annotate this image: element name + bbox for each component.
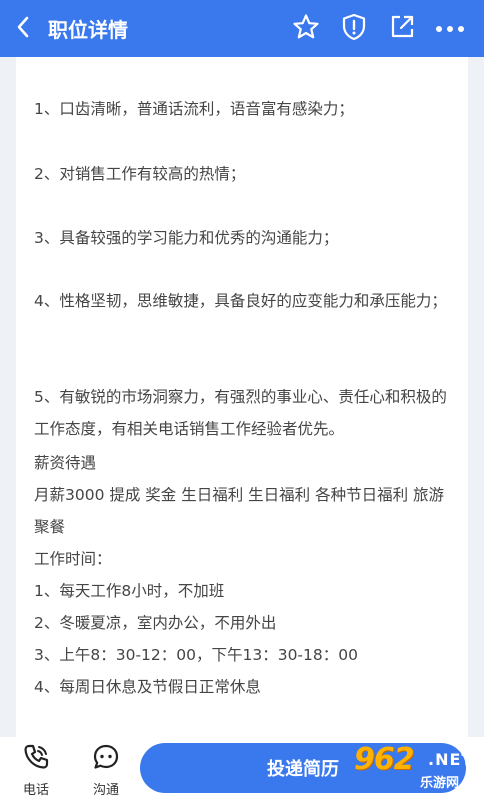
requirement-item: 1、口齿清晰，普通话流利，语音富有感染力； xyxy=(34,100,354,118)
bottom-action-bar: 电话 沟通 投递简历 xyxy=(0,737,484,800)
report-icon xyxy=(341,13,367,45)
requirement-item: 2、对销售工作有较高的热情； xyxy=(34,165,246,183)
phone-label: 电话 xyxy=(22,783,49,798)
work-time-item: 1、每天工作8小时，不加班 xyxy=(34,582,225,600)
more-button[interactable] xyxy=(426,0,474,57)
submit-resume-label: 投递简历 xyxy=(267,759,339,780)
share-icon xyxy=(389,14,415,44)
work-time-item: 4、每周日休息及节假日正常休息 xyxy=(34,678,261,696)
chat-icon xyxy=(92,743,120,775)
work-time-heading: 工作时间： xyxy=(34,550,112,568)
share-button[interactable] xyxy=(378,0,426,57)
work-time-item: 3、上午8：30-12：00，下午13：30-18：00 xyxy=(34,646,358,664)
back-button[interactable] xyxy=(0,0,46,57)
requirement-item: 4、性格坚韧，思维敏捷，具备良好的应变能力和承压能力； xyxy=(34,292,447,310)
phone-button[interactable]: 电话 xyxy=(16,743,56,798)
header-actions xyxy=(282,0,474,57)
report-button[interactable] xyxy=(330,0,378,57)
work-time-item: 2、冬暖夏凉，室内办公，不用外出 xyxy=(34,614,277,632)
submit-resume-button[interactable]: 投递简历 xyxy=(140,743,466,793)
back-arrow-icon xyxy=(16,16,30,42)
top-app-bar: 职位详情 xyxy=(0,0,484,57)
requirement-item: 3、具备较强的学习能力和优秀的沟通能力； xyxy=(34,229,339,247)
star-icon xyxy=(292,13,320,45)
job-description-card: 1、口齿清晰，普通话流利，语音富有感染力； 2、对销售工作有较高的热情； 3、具… xyxy=(16,57,468,737)
requirement-item: 5、有敏锐的市场洞察力，有强烈的事业心、责任心和积极的工作态度，有相关电话销售工… xyxy=(34,388,447,438)
salary-details: 月薪3000 提成 奖金 生日福利 生日福利 各种节日福利 旅游 聚餐 xyxy=(34,486,445,536)
favorite-button[interactable] xyxy=(282,0,330,57)
phone-icon xyxy=(22,743,50,775)
more-icon xyxy=(435,19,465,38)
chat-button[interactable]: 沟通 xyxy=(86,743,126,798)
chat-label: 沟通 xyxy=(92,783,119,798)
page-title: 职位详情 xyxy=(48,18,128,42)
salary-heading: 薪资待遇 xyxy=(34,454,97,472)
